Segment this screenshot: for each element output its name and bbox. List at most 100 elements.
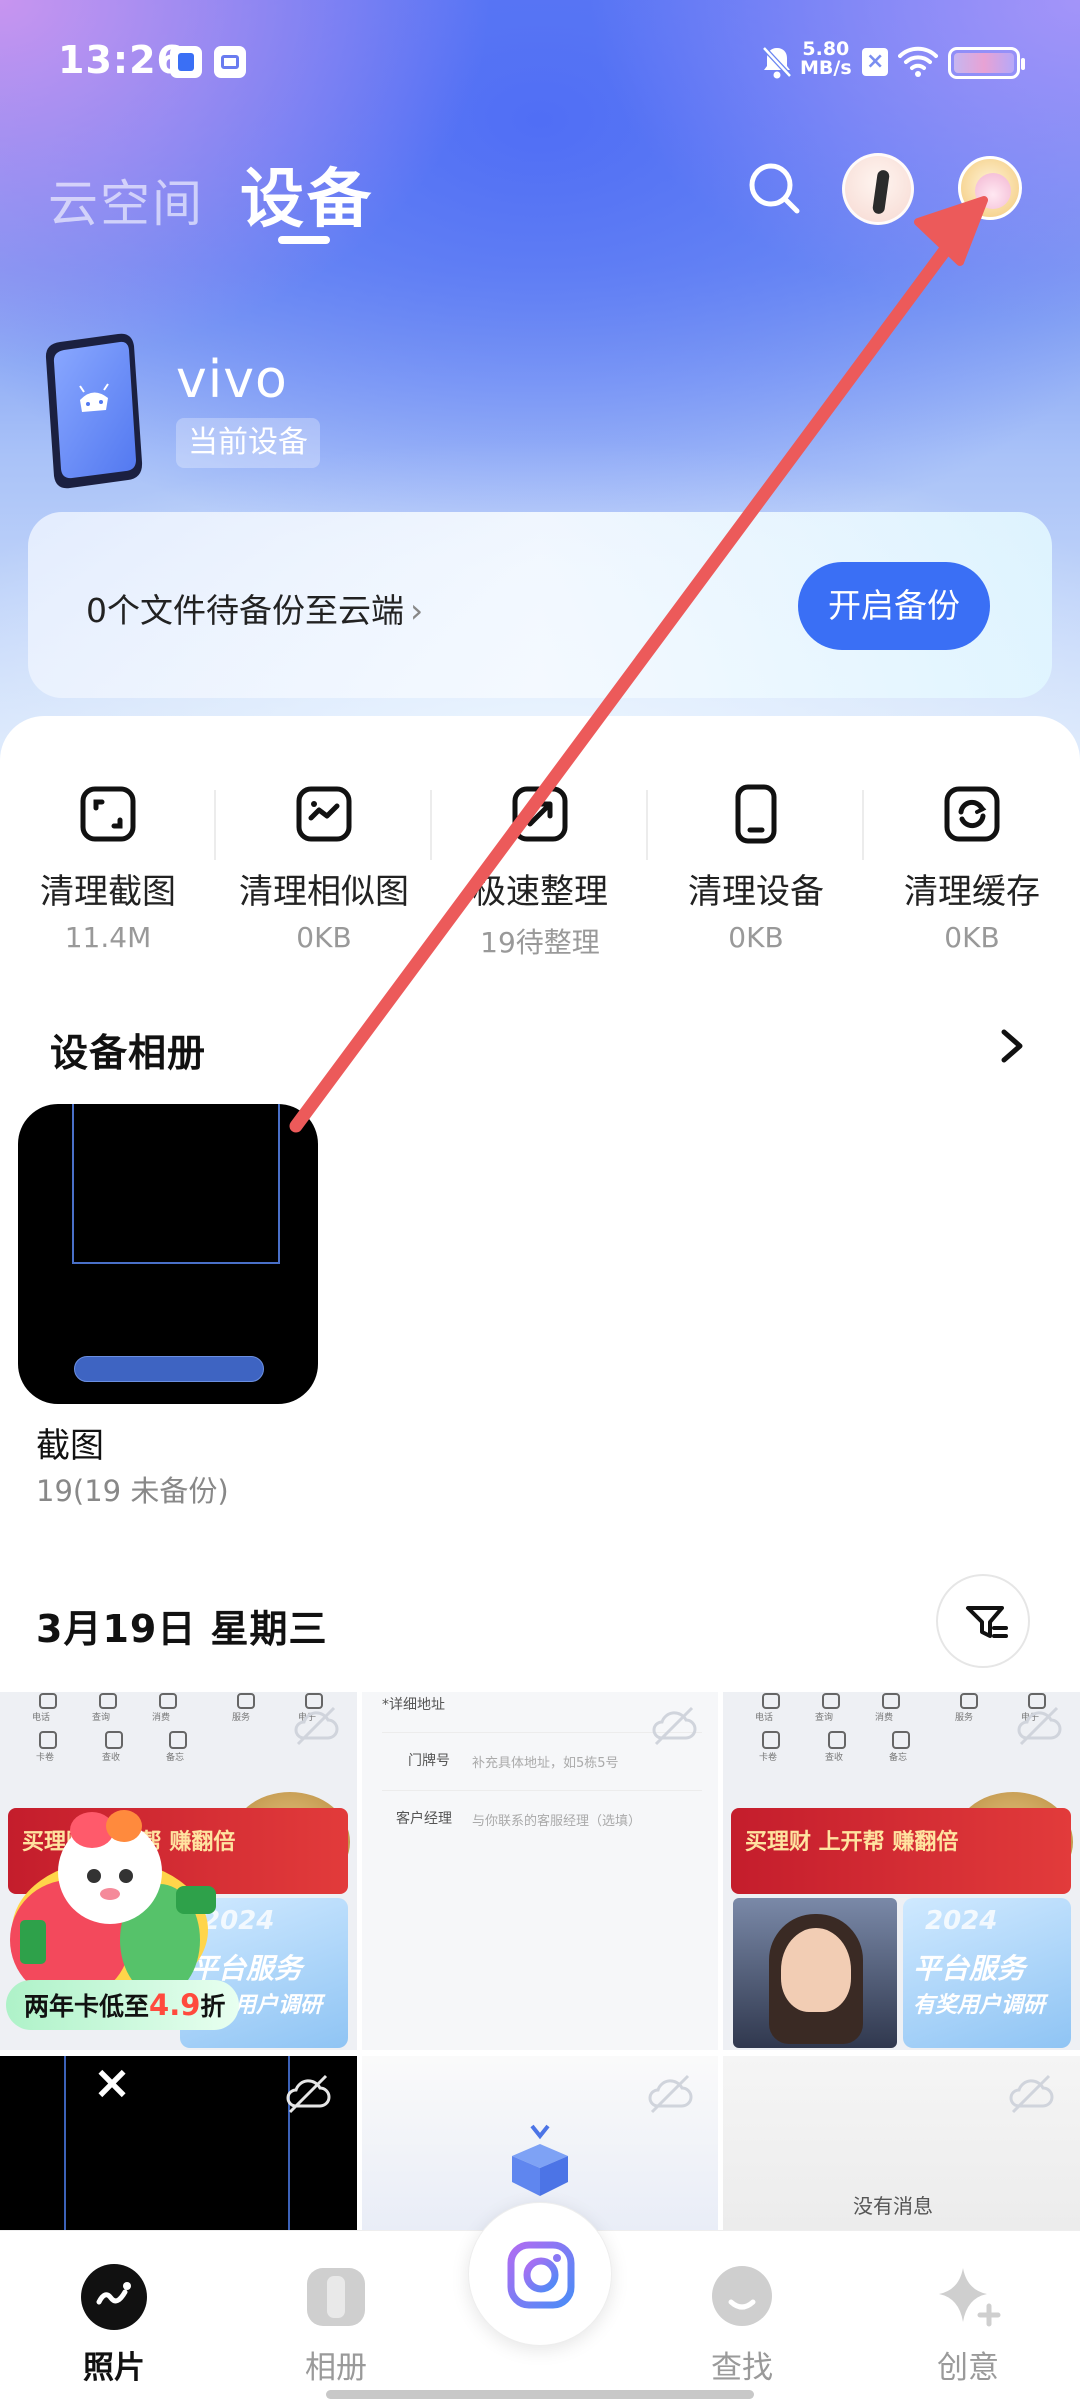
tool-sub: 0KB <box>296 921 352 954</box>
screenshot-banner <box>74 1356 264 1382</box>
svg-text:消费: 消费 <box>875 1711 893 1723</box>
tool-sub: 11.4M <box>64 921 152 954</box>
tool-quick-organize[interactable]: 极速整理 19待整理 <box>432 784 648 961</box>
network-speed: 5.80 MB/s <box>800 40 852 78</box>
survey-text: 平台服务 有奖用户调研 <box>913 1952 1045 2023</box>
svg-text:电话: 电话 <box>755 1711 773 1723</box>
promo-label[interactable]: 两年卡低至4.9折 <box>6 1980 240 2030</box>
svg-text:服务: 服务 <box>955 1711 973 1723</box>
tab-photos[interactable]: 照片 <box>44 2262 184 2387</box>
svg-text:服务: 服务 <box>232 1711 250 1723</box>
form-label: *详细地址 <box>382 1697 445 1713</box>
sparkle-icon <box>939 2268 1001 2327</box>
svg-text:查收: 查收 <box>102 1751 120 1763</box>
filter-button[interactable] <box>936 1574 1030 1668</box>
tool-label: 清理相似图 <box>239 872 409 912</box>
promo-discount: 4.9 <box>149 1988 201 2022</box>
person-photo <box>733 1898 897 2048</box>
no-message-text: 没有消息 <box>853 2194 933 2218</box>
tab-cloud-space[interactable]: 云空间 <box>48 164 204 236</box>
form-label: 门牌号 <box>408 1753 450 1769</box>
ad-banner-text: 买理财 上开帮 赚翻倍 <box>745 1830 959 1855</box>
album-icon <box>307 2268 365 2326</box>
ad-banner: 买理财 上开帮 赚翻倍 <box>731 1808 1071 1894</box>
search-icon[interactable] <box>744 158 804 218</box>
tool-clean-device[interactable]: 清理设备 0KB <box>648 784 864 954</box>
tool-clean-screenshots[interactable]: 清理截图 11.4M <box>0 784 216 954</box>
tab-albums[interactable]: 相册 <box>266 2262 406 2387</box>
phone-icon <box>735 784 777 844</box>
device-name: vivo <box>176 350 288 410</box>
home-indicator <box>326 2390 754 2399</box>
filter-icon <box>966 1606 1008 1638</box>
cloud-off-icon <box>286 2074 331 2114</box>
promo-suffix: 折 <box>200 1992 226 2021</box>
status-bar: 13:26 5.80 MB/s × <box>0 0 1080 126</box>
svg-text:备忘: 备忘 <box>166 1751 184 1763</box>
mute-bell-icon <box>762 46 792 79</box>
form-label: 客户经理 <box>396 1811 452 1827</box>
tool-clean-cache[interactable]: 清理缓存 0KB <box>864 784 1080 954</box>
photo-thumbnail[interactable]: 电话查询消费 服务电子 卡卷查收备忘 买理财 上开帮 赚翻倍 2024 平台服务… <box>723 1692 1080 2050</box>
tool-label: 极速整理 <box>472 872 608 912</box>
form-hint: 与你联系的客服经理（选填） <box>472 1814 642 1829</box>
search-face-icon <box>712 2266 772 2326</box>
cloud-off-icon <box>1009 2074 1054 2114</box>
svg-text:查收: 查收 <box>825 1751 843 1763</box>
chevron-right-icon[interactable] <box>996 1026 1028 1066</box>
divider <box>382 1790 702 1791</box>
quick-organize-icon <box>512 786 568 842</box>
tab-device[interactable]: 设备 <box>240 148 374 240</box>
wifi-icon <box>898 46 938 77</box>
album-thumbnail[interactable] <box>18 1104 318 1404</box>
tool-sub: 0KB <box>728 921 784 954</box>
cloud-off-icon <box>1017 1706 1062 1746</box>
tool-label: 清理缓存 <box>904 872 1040 912</box>
tab-label: 相册 <box>305 2350 367 2386</box>
camera-button[interactable] <box>468 2202 612 2346</box>
backup-card[interactable]: 0个文件待备份至云端 › 开启备份 <box>28 512 1052 698</box>
camera-icon <box>507 2241 575 2309</box>
app-store-icon <box>214 46 246 78</box>
status-time: 13:26 <box>58 38 184 82</box>
tool-sub: 19待整理 <box>480 926 600 959</box>
svg-text:查询: 查询 <box>92 1711 110 1723</box>
avatar[interactable] <box>842 153 914 225</box>
app-badge-icon <box>170 46 202 78</box>
form-hint: 补充具体地址，如5栋5号 <box>472 1756 619 1771</box>
survey-year: 2024 <box>925 1906 998 1936</box>
tab-search[interactable]: 查找 <box>672 2262 812 2387</box>
tab-label: 查找 <box>711 2350 773 2386</box>
album-count: 19(19 未备份) <box>36 1474 229 1508</box>
section-title-device-albums: 设备相册 <box>50 1031 207 1075</box>
survey-banner: 2024 平台服务 有奖用户调研 <box>903 1898 1071 2048</box>
svg-text:电话: 电话 <box>32 1711 50 1723</box>
tool-clean-similar[interactable]: 清理相似图 0KB <box>216 784 432 954</box>
close-icon[interactable]: × <box>92 2059 132 2105</box>
tab-label: 创意 <box>937 2350 999 2386</box>
tab-indicator <box>278 236 330 244</box>
phone-illustration-icon <box>45 333 143 489</box>
enable-backup-button[interactable]: 开启备份 <box>798 562 990 650</box>
network-speed-unit: MB/s <box>800 57 852 79</box>
photo-thumbnail[interactable] <box>0 2056 357 2230</box>
tool-label: 清理设备 <box>688 872 824 912</box>
album-name[interactable]: 截图 <box>36 1418 104 1467</box>
photo-thumbnail[interactable]: *详细地址 门牌号 补充具体地址，如5栋5号 客户经理 与你联系的客服经理（选填… <box>362 1692 718 2050</box>
similar-image-icon <box>296 786 352 842</box>
avatar[interactable] <box>958 156 1022 220</box>
survey-line2: 有奖用户调研 <box>913 1993 1046 2018</box>
svg-text:查询: 查询 <box>815 1711 833 1723</box>
x-app-icon: × <box>862 48 888 76</box>
tab-label: 照片 <box>83 2350 145 2386</box>
backup-status[interactable]: 0个文件待备份至云端 › <box>86 584 423 632</box>
tab-creative[interactable]: 创意 <box>898 2262 1038 2387</box>
tool-sub: 0KB <box>944 921 1000 954</box>
cloud-off-icon <box>648 2074 693 2114</box>
screenshot-frame <box>72 1104 280 1264</box>
svg-text:消费: 消费 <box>152 1711 170 1723</box>
gallery-app: 13:26 5.80 MB/s × 云空间 设备 vivo 当前设备 0个文件待… <box>0 0 1080 2408</box>
promo-prefix: 两年卡低至 <box>24 1992 150 2021</box>
photo-thumbnail[interactable]: 没有消息 <box>723 2056 1080 2230</box>
backup-status-text: 0个文件待备份至云端 <box>86 591 404 630</box>
